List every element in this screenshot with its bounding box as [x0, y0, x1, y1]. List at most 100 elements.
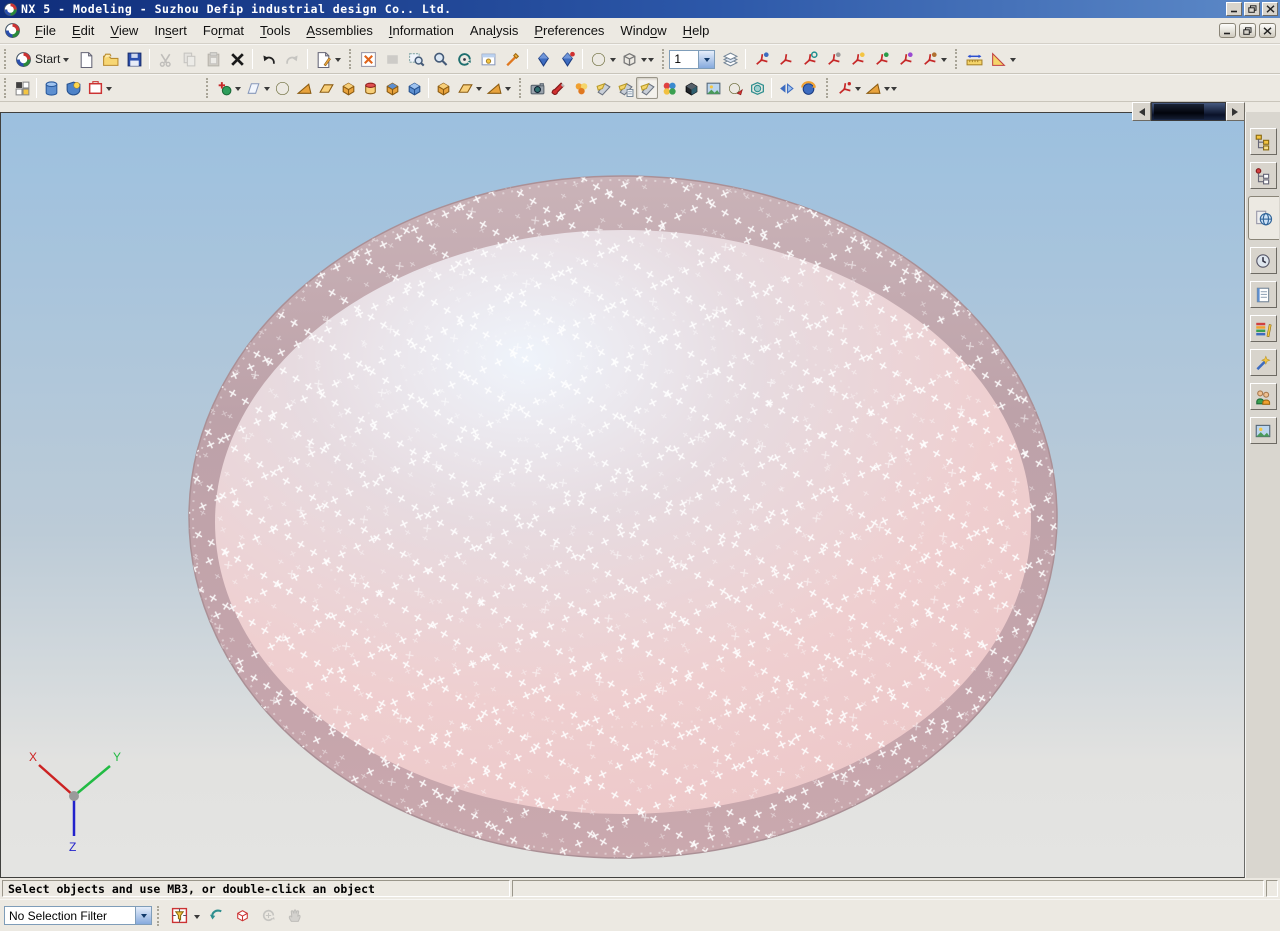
mdi-close-button[interactable]: [1259, 23, 1276, 38]
color-palette-button[interactable]: [1250, 315, 1277, 342]
wcs-orient-button[interactable]: [821, 47, 845, 71]
toolbar-grip[interactable]: [4, 78, 7, 98]
toolbar-grip[interactable]: [206, 78, 209, 98]
information-palette-button[interactable]: [1250, 281, 1277, 308]
selection-filter-combobox[interactable]: No Selection Filter: [4, 906, 152, 925]
toolbar-grip[interactable]: [519, 78, 522, 98]
assembly-navigator-button[interactable]: [1250, 128, 1277, 155]
boss-button[interactable]: [359, 77, 381, 99]
datum-csys-button[interactable]: [869, 47, 893, 71]
background-image-button[interactable]: [702, 77, 724, 99]
start-button[interactable]: Start: [11, 47, 74, 71]
toolbar-grip[interactable]: [4, 49, 7, 69]
chevron-down-icon[interactable]: [855, 87, 861, 94]
orient-view-front-button[interactable]: [531, 47, 555, 71]
wcs-display-button[interactable]: [845, 47, 869, 71]
menu-format[interactable]: Format: [195, 20, 252, 41]
open-button[interactable]: [98, 47, 122, 71]
combo-arrow-icon[interactable]: [135, 907, 151, 924]
orient-view-iso-button[interactable]: [555, 47, 579, 71]
point-set-button[interactable]: [893, 47, 917, 71]
toolbar-grip[interactable]: [826, 78, 829, 98]
copy-button[interactable]: [177, 47, 201, 71]
scene-gallery-button[interactable]: [1250, 417, 1277, 444]
dish-model[interactable]: [189, 176, 1057, 858]
mdi-restore-button[interactable]: [1239, 23, 1256, 38]
hole-button[interactable]: [432, 77, 454, 99]
save-button[interactable]: [122, 47, 146, 71]
chevron-down-icon[interactable]: [476, 87, 482, 94]
zoom-inactive-button[interactable]: [380, 47, 404, 71]
true-shading-button[interactable]: [636, 77, 658, 99]
high-quality-image-button[interactable]: [570, 77, 592, 99]
rotate-point-button[interactable]: [257, 905, 279, 927]
menu-assemblies[interactable]: Assemblies: [298, 20, 380, 41]
chevron-down-icon[interactable]: [264, 87, 270, 94]
toolbar-grip[interactable]: [662, 49, 665, 69]
wcs-origin-button[interactable]: [773, 47, 797, 71]
zoom-box-button[interactable]: [404, 47, 428, 71]
menu-view[interactable]: View: [102, 20, 146, 41]
web-browser-tab[interactable]: [1248, 196, 1279, 240]
scroll-left-button[interactable]: [1132, 102, 1151, 121]
model-display-button[interactable]: [40, 77, 62, 99]
fit-view-button[interactable]: [356, 47, 380, 71]
chevron-down-icon[interactable]: [235, 87, 241, 94]
snap-point-button[interactable]: [168, 905, 190, 927]
extrude-button[interactable]: [293, 77, 315, 99]
layer-settings-button[interactable]: [718, 47, 742, 71]
visual-material-button[interactable]: [724, 77, 746, 99]
measure-angle-button[interactable]: [986, 47, 1010, 71]
show-and-hide-button[interactable]: [62, 77, 84, 99]
chevron-down-icon[interactable]: [884, 87, 890, 94]
roles-button[interactable]: [1250, 383, 1277, 410]
cut-button[interactable]: [153, 47, 177, 71]
csys-more-button[interactable]: [917, 47, 941, 71]
chevron-down-icon[interactable]: [106, 87, 112, 94]
sketch-plane-button[interactable]: [242, 77, 264, 99]
menu-file[interactable]: File: [27, 20, 64, 41]
part-navigator-button[interactable]: [1250, 162, 1277, 189]
close-button[interactable]: [1262, 2, 1278, 16]
pan-view-button[interactable]: [476, 47, 500, 71]
menu-help[interactable]: Help: [675, 20, 718, 41]
toolbar-grip[interactable]: [349, 49, 352, 69]
camera-button[interactable]: [526, 77, 548, 99]
mdi-minimize-button[interactable]: [1219, 23, 1236, 38]
scrollbar-thumb[interactable]: [1154, 104, 1204, 119]
scrollbar-track[interactable]: [1151, 102, 1226, 121]
perspective-button[interactable]: [500, 47, 524, 71]
menu-preferences[interactable]: Preferences: [526, 20, 612, 41]
deselect-last-button[interactable]: [205, 905, 227, 927]
sphere-button[interactable]: [271, 77, 293, 99]
chevron-down-icon[interactable]: [610, 58, 616, 65]
block-button[interactable]: [337, 77, 359, 99]
chevron-down-icon[interactable]: [335, 58, 341, 65]
paste-button[interactable]: [201, 47, 225, 71]
toolbar-overflow-icon[interactable]: [648, 58, 654, 65]
offset-button[interactable]: [483, 77, 505, 99]
restore-button[interactable]: [1244, 2, 1260, 16]
information-button[interactable]: [311, 47, 335, 71]
wizards-button[interactable]: [1250, 349, 1277, 376]
zoom-in-out-button[interactable]: [428, 47, 452, 71]
menu-window[interactable]: Window: [612, 20, 674, 41]
menu-analysis[interactable]: Analysis: [462, 20, 526, 41]
new-button[interactable]: [74, 47, 98, 71]
scene-rotate-button[interactable]: [797, 77, 819, 99]
minimize-button[interactable]: [1226, 2, 1242, 16]
face-analysis-button[interactable]: [862, 77, 884, 99]
undo-button[interactable]: [256, 47, 280, 71]
scroll-right-button[interactable]: [1226, 102, 1245, 121]
instance-button[interactable]: [454, 77, 476, 99]
grab-point-button[interactable]: [283, 905, 305, 927]
clip-section-button[interactable]: [84, 77, 106, 99]
toolbar-overflow-icon[interactable]: [891, 87, 897, 94]
menu-tools[interactable]: Tools: [252, 20, 298, 41]
pad-button[interactable]: [381, 77, 403, 99]
toolbar-grip[interactable]: [955, 49, 958, 69]
environment-button[interactable]: [746, 77, 768, 99]
graphics-window[interactable]: X Y Z: [0, 112, 1245, 878]
reflect-button[interactable]: [775, 77, 797, 99]
chevron-down-icon[interactable]: [641, 58, 647, 65]
